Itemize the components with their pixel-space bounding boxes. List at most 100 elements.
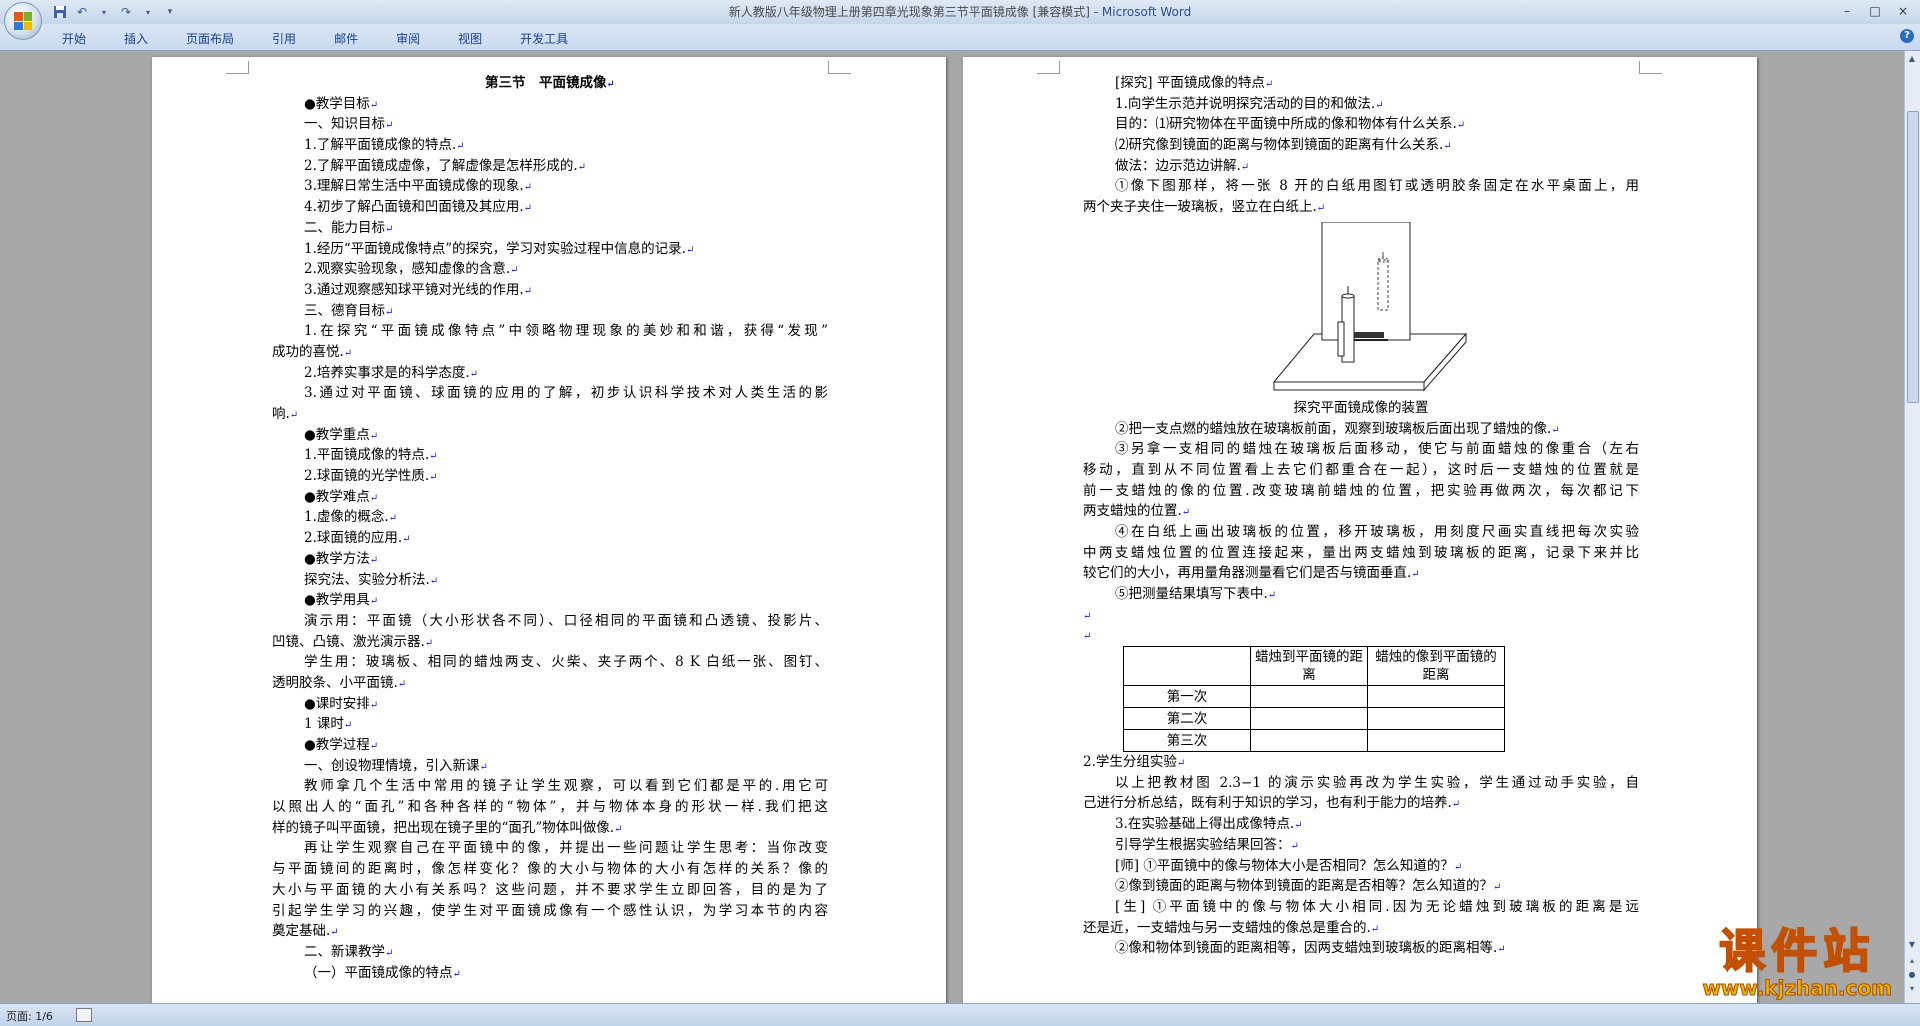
tab-developer[interactable]: 开发工具: [506, 28, 582, 49]
paragraph-line: 还是近，一支蜡烛与另一支蜡烛的像总是重合的.↵: [1083, 919, 1380, 936]
paragraph-line: ⑤把测量结果填写下表中.↵: [1115, 586, 1277, 602]
scroll-down-icon[interactable]: ▼: [1906, 939, 1918, 951]
table-cell: [1250, 685, 1368, 709]
paragraph-line: 3.理解日常生活中平面镜成像的现象.↵: [304, 178, 533, 195]
paragraph-line: ⑵研究像到镜面的距离与物体到镜面的距离有什么关系.↵: [1115, 137, 1452, 154]
document-area: 第三节 平面镜成像↵ ●教学目标↵ 一、知识目标↵ 1.了解平面镜成像的特点.↵ 2.了…: [0, 51, 1905, 1003]
paragraph-line: 2.培养实事求是的科学态度.↵: [304, 364, 479, 381]
paragraph-line: 一、知识目标↵: [304, 116, 394, 133]
document-page-1: 第三节 平面镜成像↵ ●教学目标↵ 一、知识目标↵ 1.了解平面镜成像的特点.↵ 2.了…: [152, 57, 946, 1003]
paragraph-line: 己进行分析总结，既有利于知识的学习，也有利于能力的培养.↵: [1083, 795, 1461, 812]
paragraph-line: ●教学用具↵: [304, 592, 379, 609]
table-cell: [1250, 707, 1368, 731]
ribbon-tab-bar: 开始 插入 页面布局 引用 邮件 审阅 视图 开发工具 ?: [0, 24, 1920, 51]
proofing-icon[interactable]: [76, 1008, 92, 1022]
paragraph-line: 2.观察实验现象，感知虚像的含意.↵: [304, 261, 519, 278]
paragraph-line: 1.平面镜成像的特点.↵: [304, 447, 438, 464]
paragraph-line: 1.向学生示范并说明探究活动的目的和做法.↵: [1115, 95, 1384, 112]
office-button[interactable]: [4, 2, 42, 40]
table-row: 第二次: [1123, 707, 1505, 731]
paragraph-line: 1.经历“平面镜成像特点”的探究，学习对实验过程中信息的记录.↵: [304, 240, 695, 257]
scroll-thumb[interactable]: [1907, 111, 1919, 403]
table-header-cell: [1123, 646, 1251, 687]
page-indicator[interactable]: 页面: 1/6: [6, 1008, 53, 1024]
table-row: 第三次: [1123, 729, 1505, 753]
paragraph-line: 2.了解平面镜成虚像，了解虚像是怎样形成的.↵: [304, 157, 587, 174]
paragraph-line: 学生用：玻璃板、相同的蜡烛两支、火柴、夹子两个、8 K 白纸一张、图钉、: [304, 654, 828, 671]
paragraph-line: 1 课时↵: [304, 716, 353, 733]
page-2-intro: [探究] 平面镜成像的特点↵ 1.向学生示范并说明探究活动的目的和做法.↵ 目的：⑴…: [1083, 73, 1639, 218]
table-header-cell: 蜡烛到平面镜的距离: [1250, 646, 1368, 687]
table-cell: [1367, 707, 1505, 731]
paragraph-line: 2.球面镜的光学性质.↵: [304, 468, 438, 485]
vertical-scrollbar[interactable]: ▲ ▼ ▴ ● ▾: [1904, 51, 1920, 1003]
table-row: 第一次: [1123, 685, 1505, 709]
document-page-2: [探究] 平面镜成像的特点↵ 1.向学生示范并说明探究活动的目的和做法.↵ 目的：⑴…: [963, 57, 1757, 1003]
table-cell: 第一次: [1123, 685, 1251, 709]
paragraph-line: 再让学生观察自己在平面镜中的像，并提出一些问题让学生思考：当你改变: [304, 840, 828, 857]
status-bar: 页面: 1/6: [0, 1003, 1920, 1026]
browse-object-icon[interactable]: ●: [1906, 969, 1918, 981]
previous-page-icon[interactable]: ▴: [1906, 955, 1918, 967]
paragraph-line: 前一支蜡烛的像的位置.改变玻璃前蜡烛的位置，把实验再做两次，每次都记下: [1083, 482, 1639, 499]
title-bar: ↶ ▾ ↷ ▾ ▾ 新人教版八年级物理上册第四章光现象第三节平面镜成像 [兼容模…: [0, 0, 1920, 24]
tab-view[interactable]: 视图: [444, 28, 496, 49]
paragraph-line: ②像和物体到镜面的距离相等，因两支蜡烛到玻璃板的距离相等.↵: [1115, 940, 1506, 957]
paragraph-line: 目的：⑴研究物体在平面镜中所成的像和物体有什么关系.↵: [1115, 116, 1466, 133]
paragraph-line: ●教学重点↵: [304, 426, 379, 443]
tab-mailings[interactable]: 邮件: [320, 28, 372, 49]
scroll-up-icon[interactable]: ▲: [1906, 53, 1918, 65]
page-2-procedure: ②把一支点燃的蜡烛放在玻璃板前面，观察到玻璃板后面出现了蜡烛的像.↵ ③另拿一支相…: [1083, 419, 1639, 605]
paragraph-line: 大小与平面镜的大小有关系吗？这些问题，并不要求学生立即回答，目的是为了: [272, 881, 828, 898]
tab-review[interactable]: 审阅: [382, 28, 434, 49]
paragraph-line: 样的镜子叫平面镜，把出现在镜子里的“面孔”物体叫做像.↵: [272, 819, 623, 836]
margin-corner-mark: [1639, 61, 1662, 74]
paragraph-line: 2.球面镜的应用.↵: [304, 530, 411, 547]
paragraph-line: 4.初步了解凸面镜和凹面镜及其应用.↵: [304, 199, 533, 216]
tab-home[interactable]: 开始: [48, 28, 100, 49]
paragraph-line: 两支蜡烛的位置.↵: [1083, 503, 1191, 520]
tab-insert[interactable]: 插入: [110, 28, 162, 49]
tab-page-layout[interactable]: 页面布局: [172, 28, 248, 49]
paragraph-line: 引起学生学习的兴趣，使学生对平面镜成像有一个感性认识，为学习本节的内容: [272, 902, 828, 919]
table-header-cell: 蜡烛的像到平面镜的距离: [1367, 646, 1505, 687]
paragraph-line: 3.通过观察感知球平镜对光线的作用.↵: [304, 281, 533, 298]
watermark-title: 课件站: [1718, 924, 1876, 978]
next-page-icon[interactable]: ▾: [1906, 983, 1918, 995]
paragraph-line: 3.通过对平面镜、球面镜的应用的了解，初步认识科学技术对人类生活的影: [304, 385, 828, 402]
paragraph-line: 二、能力目标↵: [304, 219, 394, 236]
app-name: Microsoft Word: [1101, 5, 1192, 19]
paragraph-line: ●教学过程↵: [304, 737, 379, 753]
tab-references[interactable]: 引用: [258, 28, 310, 49]
mirror-apparatus-image: [1272, 221, 1468, 392]
help-icon[interactable]: ?: [1900, 29, 1914, 43]
paragraph-line: （一）平面镜成像的特点↵: [304, 964, 461, 981]
paragraph-line: [生] ①平面镜中的像与物体大小相同.因为无论蜡烛到玻璃板的距离是远: [1115, 898, 1639, 915]
apparatus-figure: [1083, 218, 1639, 398]
measurement-table: 蜡烛到平面镜的距离 蜡烛的像到平面镜的距离第一次 第二次 第三次: [1123, 646, 1505, 753]
paragraph-line: 响.↵: [272, 406, 299, 422]
paragraph-line: ●课时安排↵: [304, 695, 379, 712]
paragraph-line: 探究法、实验分析法.↵: [304, 571, 439, 588]
paragraph-line: 3.在实验基础上得出成像特点.↵: [1115, 816, 1303, 833]
paragraph-line: ●教学难点↵: [304, 488, 379, 505]
paragraph-line: 成功的喜悦.↵: [272, 343, 353, 360]
document-title: 新人教版八年级物理上册第四章光现象第三节平面镜成像 [兼容模式] -: [728, 5, 1102, 19]
margin-corner-mark: [226, 61, 249, 74]
paragraph-line: 较它们的大小，再用量角器测量看它们是否与镜面垂直.↵: [1083, 565, 1420, 582]
paragraph-line: ①像下图那样，将一张 8 开的白纸用图钉或透明胶条固定在水平桌面上，用: [1115, 178, 1639, 195]
close-button[interactable]: ×: [1890, 2, 1916, 20]
watermark-url: www.kjzhan.com: [1702, 976, 1893, 1001]
paragraph-line: ④在白纸上画出玻璃板的位置，移开玻璃板，用刻度尺画实直线把每次实验: [1115, 523, 1639, 540]
paragraph-line: 中两支蜡烛位置的位置连接起来，量出两支蜡烛到玻璃板的距离，记录下来并比: [1083, 544, 1639, 561]
paragraph-line: 三、德育目标↵: [304, 302, 394, 319]
minimize-button[interactable]: –: [1834, 2, 1860, 20]
page-2-text: [探究] 平面镜成像的特点↵ 1.向学生示范并说明探究活动的目的和做法.↵ 目的：⑴…: [1083, 73, 1639, 959]
margin-corner-mark: [1037, 61, 1060, 74]
table-cell: 第三次: [1123, 729, 1251, 753]
paragraph-line: ●教学目标↵: [304, 95, 379, 112]
maximize-button[interactable]: □: [1862, 2, 1888, 20]
table-cell: 第二次: [1123, 707, 1251, 731]
paragraph-line: 移动，直到从不同位置看上去它们都重合在一起），这时后一支蜡烛的位置就是: [1083, 461, 1639, 478]
paragraph-line: ②像到镜面的距离与物体到镜面的距离是否相等？怎么知道的？↵: [1115, 878, 1502, 895]
